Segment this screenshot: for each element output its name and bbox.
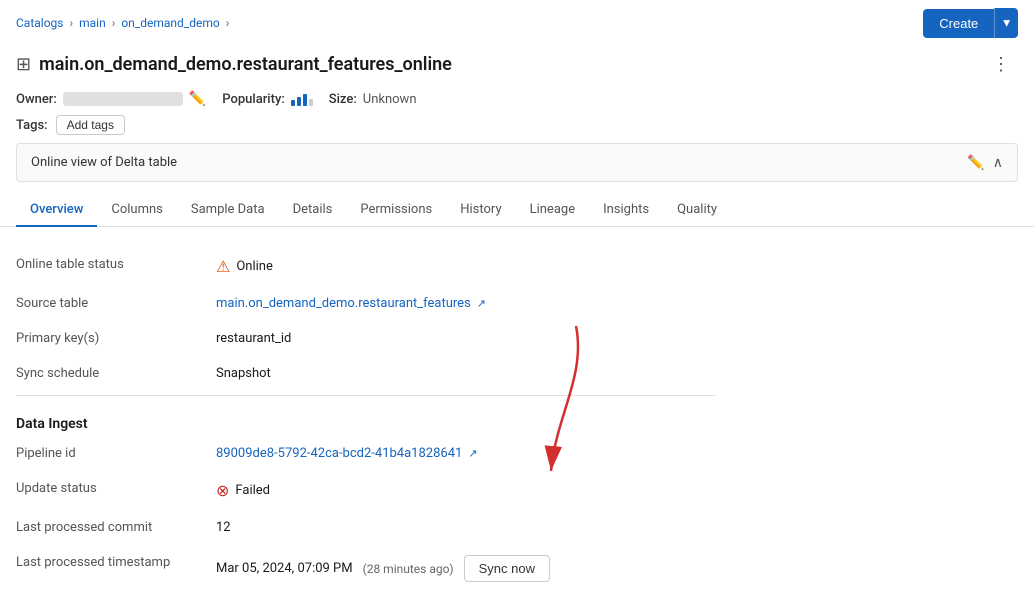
field-value-source: main.on_demand_demo.restaurant_features … xyxy=(216,286,716,321)
ingest-grid: Pipeline id 89009de8-5792-42ca-bcd2-41b4… xyxy=(16,436,716,592)
field-label-last-timestamp: Last processed timestamp xyxy=(16,545,216,592)
owner-label: Owner: xyxy=(16,92,57,107)
bar-3 xyxy=(303,94,307,106)
tab-sample-data[interactable]: Sample Data xyxy=(177,194,279,227)
warning-icon: ⚠ xyxy=(216,257,230,276)
timestamp-row: Mar 05, 2024, 07:09 PM (28 minutes ago) … xyxy=(216,555,550,582)
field-label-source: Source table xyxy=(16,286,216,321)
info-collapse-button[interactable]: ∧ xyxy=(993,154,1003,171)
breadcrumb: Catalogs › main › on_demand_demo › xyxy=(16,16,229,30)
tags-row: Tags: Add tags xyxy=(0,113,1034,143)
owner-edit-icon[interactable]: ✏️ xyxy=(189,91,206,107)
breadcrumb-sep-1: › xyxy=(69,16,73,30)
bar-2 xyxy=(297,97,301,106)
add-tags-button[interactable]: Add tags xyxy=(56,115,125,135)
tab-insights[interactable]: Insights xyxy=(589,194,663,227)
create-button[interactable]: Create xyxy=(923,9,994,38)
top-bar: Catalogs › main › on_demand_demo › Creat… xyxy=(0,0,1034,46)
field-value-last-timestamp: Mar 05, 2024, 07:09 PM (28 minutes ago) … xyxy=(216,545,716,592)
size-field: Size: Unknown xyxy=(329,92,417,107)
field-value-primary-key: restaurant_id xyxy=(216,321,716,356)
popularity-label: Popularity: xyxy=(222,92,284,107)
field-value-update-status: ⊗ Failed xyxy=(216,471,716,510)
breadcrumb-main[interactable]: main xyxy=(79,16,106,30)
bar-1 xyxy=(291,100,295,106)
field-label-status: Online table status xyxy=(16,247,216,286)
sync-now-button[interactable]: Sync now xyxy=(464,555,550,582)
sync-schedule-text: Snapshot xyxy=(216,366,271,381)
failed-icon: ⊗ xyxy=(216,481,229,500)
overview-grid: Online table status ⚠ Online Source tabl… xyxy=(16,247,716,400)
breadcrumb-sep-2: › xyxy=(112,16,116,30)
breadcrumb-sep-3: › xyxy=(226,16,230,30)
tabs-bar: Overview Columns Sample Data Details Per… xyxy=(0,194,1034,227)
owner-field: Owner: ✏️ xyxy=(16,91,206,107)
field-value-last-commit: 12 xyxy=(216,510,716,545)
page-title: main.on_demand_demo.restaurant_features_… xyxy=(39,54,452,75)
popularity-field: Popularity: xyxy=(222,92,312,107)
field-label-pipeline-id: Pipeline id xyxy=(16,436,216,471)
update-status-text: Failed xyxy=(235,483,270,498)
status-text: Online xyxy=(236,259,273,274)
owner-value xyxy=(63,92,183,106)
pipeline-id-link[interactable]: 89009de8-5792-42ca-bcd2-41b4a1828641 xyxy=(216,446,462,461)
tab-overview[interactable]: Overview xyxy=(16,194,97,227)
tab-history[interactable]: History xyxy=(446,194,515,227)
tags-label: Tags: xyxy=(16,118,48,133)
source-table-link[interactable]: main.on_demand_demo.restaurant_features xyxy=(216,296,471,311)
external-link-icon-pipeline: ↗ xyxy=(468,447,477,460)
tab-permissions[interactable]: Permissions xyxy=(346,194,446,227)
bar-4 xyxy=(309,99,313,106)
tab-quality[interactable]: Quality xyxy=(663,194,731,227)
field-label-last-commit: Last processed commit xyxy=(16,510,216,545)
content-area: Online table status ⚠ Online Source tabl… xyxy=(0,227,1034,612)
page-header: ⊞ main.on_demand_demo.restaurant_feature… xyxy=(0,46,1034,87)
field-label-sync-schedule: Sync schedule xyxy=(16,356,216,391)
primary-key-text: restaurant_id xyxy=(216,331,291,346)
tab-details[interactable]: Details xyxy=(279,194,347,227)
info-box-actions: ✏️ ∧ xyxy=(967,154,1003,171)
tab-lineage[interactable]: Lineage xyxy=(516,194,590,227)
size-label: Size: xyxy=(329,92,357,107)
timestamp-value: Mar 05, 2024, 07:09 PM xyxy=(216,561,353,576)
info-box-text: Online view of Delta table xyxy=(31,155,177,170)
table-icon: ⊞ xyxy=(16,54,31,75)
field-label-primary-key: Primary key(s) xyxy=(16,321,216,356)
field-value-pipeline-id: 89009de8-5792-42ca-bcd2-41b4a1828641 ↗ xyxy=(216,436,716,471)
popularity-bars xyxy=(291,92,313,106)
breadcrumb-catalogs[interactable]: Catalogs xyxy=(16,16,63,30)
last-commit-text: 12 xyxy=(216,520,231,535)
info-box: Online view of Delta table ✏️ ∧ xyxy=(16,143,1018,182)
tab-columns[interactable]: Columns xyxy=(97,194,177,227)
field-label-update-status: Update status xyxy=(16,471,216,510)
info-edit-button[interactable]: ✏️ xyxy=(967,154,984,171)
more-options-button[interactable]: ⋮ xyxy=(984,50,1018,79)
breadcrumb-on-demand-demo[interactable]: on_demand_demo xyxy=(121,16,219,30)
field-value-status: ⚠ Online xyxy=(216,247,716,286)
section-divider xyxy=(16,395,716,396)
field-value-sync-schedule: Snapshot xyxy=(216,356,716,391)
meta-row: Owner: ✏️ Popularity: Size: Unknown xyxy=(0,87,1034,113)
create-button-group: Create ▾ xyxy=(923,8,1018,38)
create-dropdown-arrow[interactable]: ▾ xyxy=(994,8,1018,38)
size-value: Unknown xyxy=(363,92,417,107)
data-ingest-title: Data Ingest xyxy=(16,416,1018,432)
external-link-icon-source: ↗ xyxy=(477,297,486,310)
